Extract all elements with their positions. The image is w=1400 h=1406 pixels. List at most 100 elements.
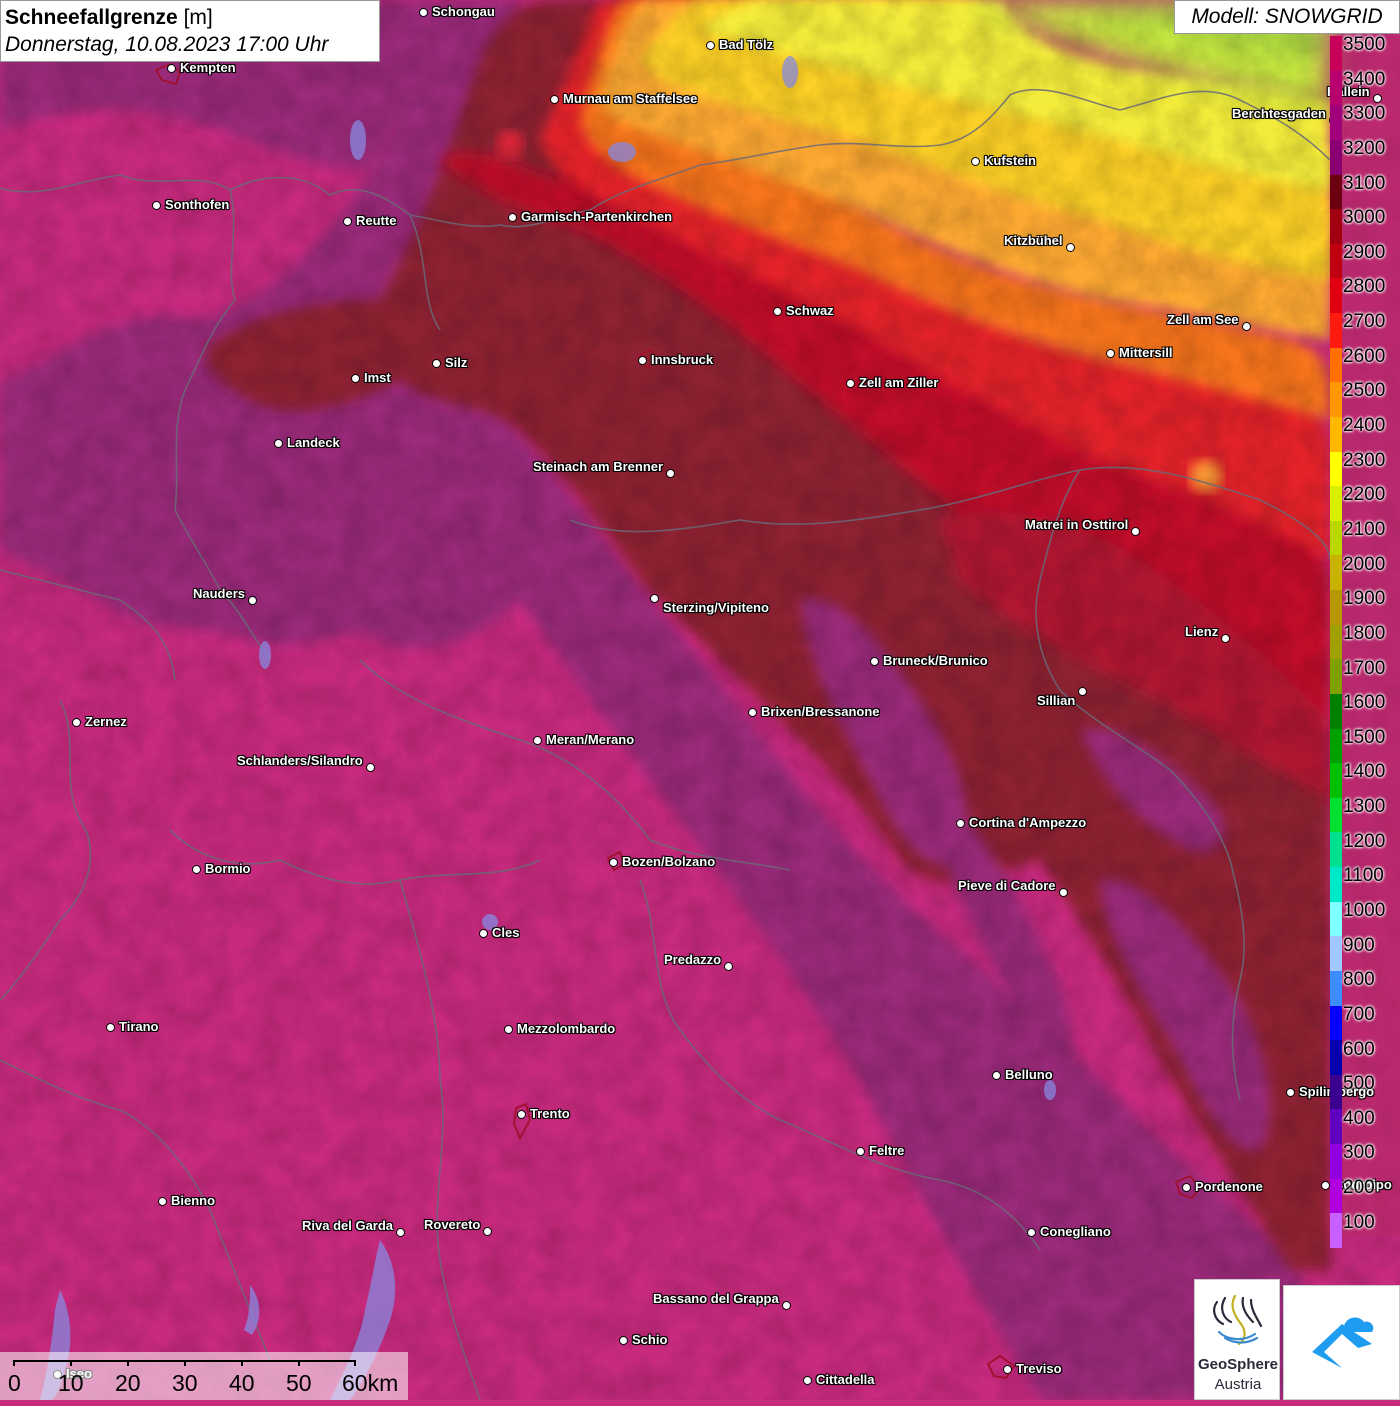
legend-swatch	[1330, 70, 1342, 106]
legend-label: 3500	[1343, 34, 1386, 55]
legend-label: 3200	[1343, 137, 1386, 159]
legend-label: 2700	[1343, 311, 1386, 333]
city-label: Innsbruck	[651, 352, 714, 367]
city-marker	[803, 1376, 812, 1385]
city-label: Bruneck/Brunico	[883, 653, 988, 668]
scale-label: 50	[286, 1370, 312, 1396]
city-marker	[619, 1336, 628, 1345]
city-label: Meran/Merano	[546, 732, 635, 747]
city-marker	[508, 213, 517, 222]
legend-swatch	[1330, 624, 1342, 660]
scale-tick	[70, 1360, 72, 1366]
city-marker	[167, 64, 176, 73]
legend-label: 2600	[1343, 345, 1386, 367]
city-label: Kufstein	[984, 153, 1036, 168]
legend-label: 800	[1343, 969, 1375, 991]
city-marker	[971, 157, 980, 166]
geosphere-country: Austria	[1214, 1376, 1262, 1393]
legend-swatch	[1330, 1005, 1342, 1041]
city-marker	[419, 8, 428, 17]
city-marker	[1221, 634, 1230, 643]
legend-label: 1400	[1343, 761, 1386, 783]
weather-app-logo	[1283, 1285, 1400, 1400]
city-marker	[956, 819, 965, 828]
city-label: Sillian	[1037, 693, 1076, 708]
city-label: Schlanders/Silandro	[237, 753, 363, 768]
legend-label: 1500	[1343, 726, 1386, 748]
city-marker	[1373, 94, 1382, 103]
legend-swatch	[1330, 347, 1342, 383]
legend-label: 400	[1343, 1107, 1375, 1129]
title-box: Schneefallgrenze [m] Donnerstag, 10.08.2…	[0, 0, 380, 62]
city-marker	[1131, 527, 1140, 536]
city-label: Imst	[364, 370, 391, 385]
legend-swatch	[1330, 313, 1342, 348]
legend-swatch	[1330, 105, 1342, 140]
city-label: Steinach am Brenner	[533, 459, 664, 474]
city-label: Cittadella	[816, 1372, 875, 1387]
legend-label: 2100	[1343, 518, 1386, 540]
legend-label: 1900	[1343, 588, 1386, 610]
scale-label: 30	[172, 1370, 198, 1396]
city-label: Treviso	[1016, 1361, 1062, 1376]
legend-swatch	[1330, 174, 1342, 210]
scale-tick	[241, 1360, 243, 1366]
legend-label: 2800	[1343, 276, 1386, 298]
city-marker	[666, 469, 675, 478]
legend-swatch	[1330, 728, 1342, 764]
scale-tick	[184, 1360, 186, 1366]
city-marker	[1321, 1181, 1330, 1190]
legend-swatch	[1330, 243, 1342, 279]
legend-swatch	[1330, 209, 1342, 244]
city-marker	[870, 657, 879, 666]
city-label: Schongau	[432, 4, 495, 19]
map-title: Schneefallgrenze [m]	[5, 4, 375, 31]
city-label: Brixen/Bressanone	[761, 704, 880, 719]
city-label: Reutte	[356, 213, 397, 228]
scale-label: 20	[115, 1370, 141, 1396]
city-label: Zernez	[85, 714, 127, 729]
legend-swatch	[1330, 451, 1342, 487]
legend-swatch	[1330, 797, 1342, 833]
legend-swatch	[1330, 867, 1342, 902]
city-marker	[248, 596, 257, 605]
legend-label: 2300	[1343, 449, 1386, 471]
city-marker	[1059, 888, 1068, 897]
city-label: Schwaz	[786, 303, 834, 318]
legend-swatch	[1330, 520, 1342, 556]
color-legend	[1330, 36, 1342, 1248]
city-marker	[152, 201, 161, 210]
city-marker	[483, 1227, 492, 1236]
legend-label: 2900	[1343, 241, 1386, 263]
city-marker	[550, 95, 559, 104]
legend-swatch	[1330, 1144, 1342, 1179]
city-marker	[366, 763, 375, 772]
city-marker	[72, 718, 81, 727]
city-label: Kitzbühel	[1004, 233, 1063, 248]
model-label: Modell: SNOWGRID	[1174, 0, 1400, 34]
city-marker	[706, 41, 715, 50]
city-label: Pordenone	[1195, 1179, 1263, 1194]
geosphere-emblem-icon	[1213, 1294, 1263, 1346]
legend-swatch	[1330, 590, 1342, 625]
city-marker	[1242, 322, 1251, 331]
city-label: Cortina d'Ampezzo	[969, 815, 1087, 830]
city-marker	[724, 962, 733, 971]
city-label: Bozen/Bolzano	[622, 854, 716, 869]
city-label: Zell am See	[1167, 312, 1239, 327]
city-marker	[782, 1301, 791, 1310]
city-marker	[1182, 1183, 1191, 1192]
legend-swatch	[1330, 901, 1342, 937]
city-marker	[343, 217, 352, 226]
legend-swatch	[1330, 555, 1342, 590]
city-label: Mittersill	[1119, 345, 1173, 360]
city-label: Bassano del Grappa	[653, 1291, 779, 1306]
legend-label: 2000	[1343, 553, 1386, 575]
city-label: Nauders	[193, 586, 246, 601]
title-unit: [m]	[183, 6, 213, 29]
legend-label: 1800	[1343, 622, 1386, 644]
city-marker	[1066, 243, 1075, 252]
city-label: Garmisch-Partenkirchen	[521, 209, 673, 224]
legend-swatch	[1330, 139, 1342, 175]
city-label: Murnau am Staffelsee	[563, 91, 698, 106]
